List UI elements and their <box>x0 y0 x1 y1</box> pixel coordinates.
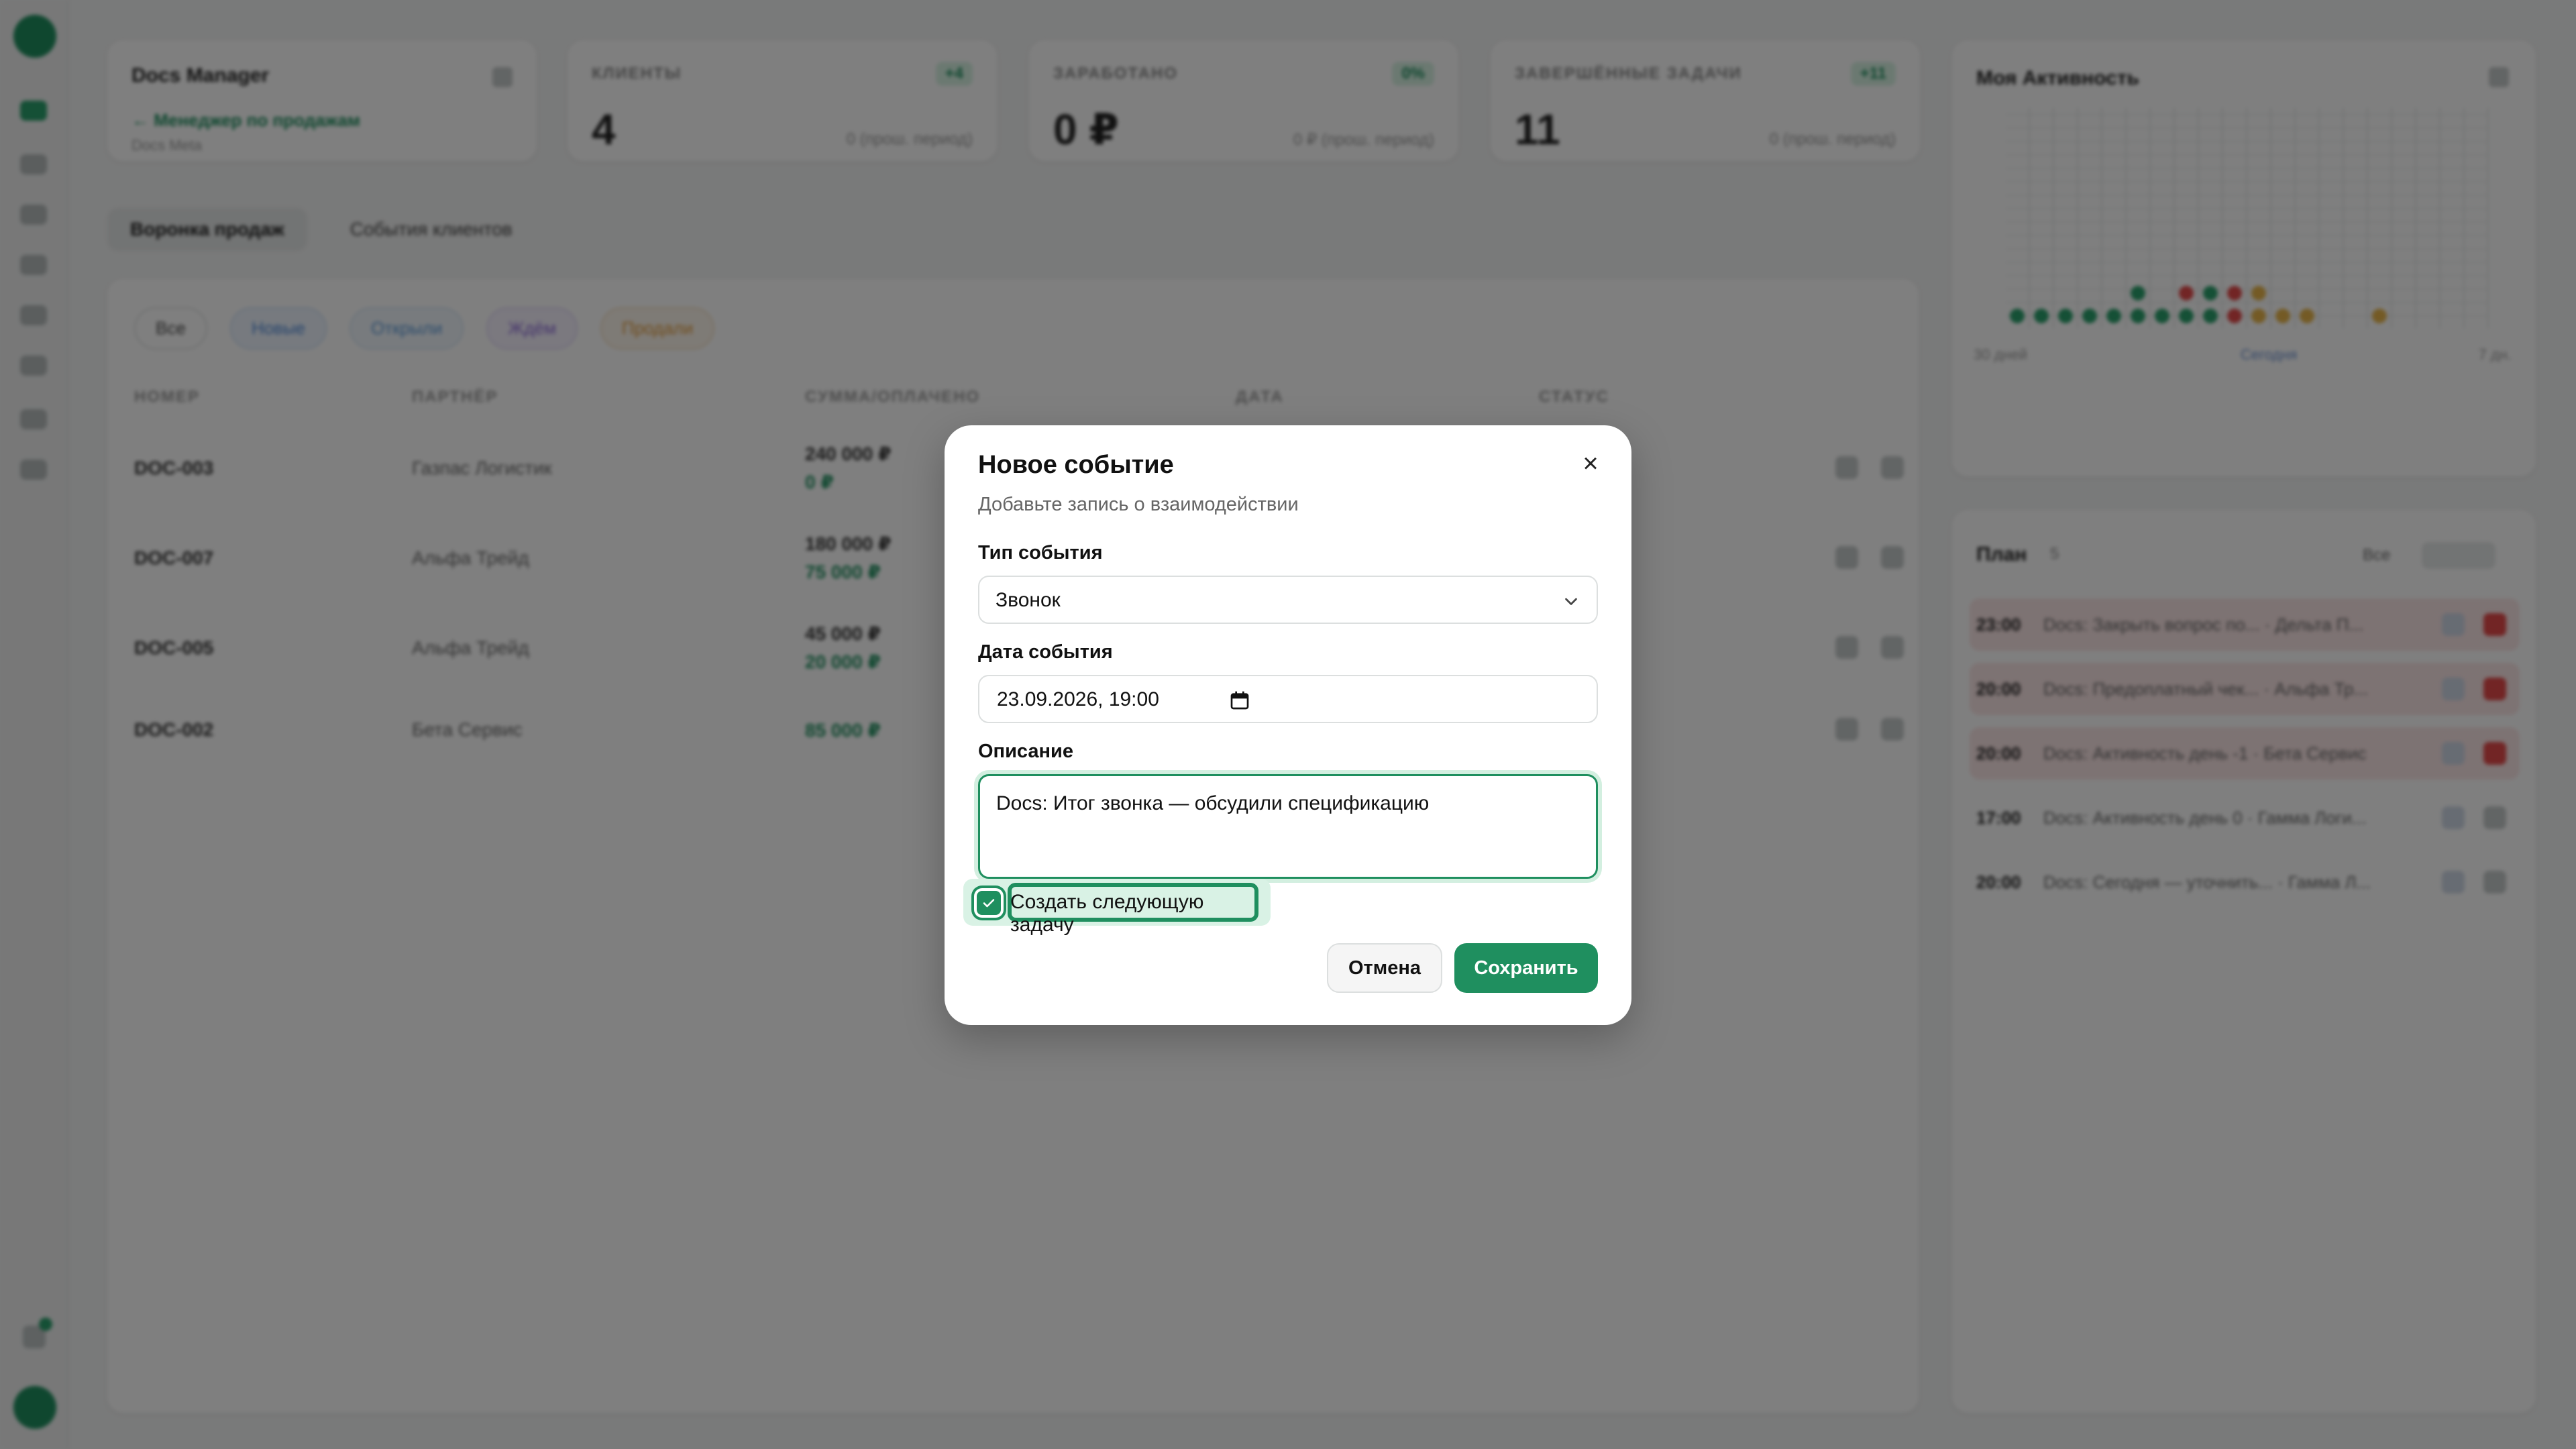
event-date-input[interactable]: 23.09.2026, 19:00 <box>978 675 1598 723</box>
chevron-down-icon <box>1565 598 1577 605</box>
create-next-task-checkbox[interactable] <box>977 891 1001 915</box>
create-next-task-row[interactable]: Создать следующую задачу <box>963 879 1271 936</box>
description-textarea[interactable]: Docs: Итог звонка — обсудили спецификаци… <box>978 774 1598 879</box>
calendar-icon[interactable] <box>1229 690 1250 711</box>
event-date-value: 23.09.2026, 19:00 <box>997 688 1159 710</box>
event-type-label: Тип события <box>978 542 1103 564</box>
event-date-label: Дата события <box>978 641 1113 663</box>
check-icon <box>983 899 995 908</box>
event-type-value: Звонок <box>996 589 1061 611</box>
description-value: Docs: Итог звонка — обсудили спецификаци… <box>996 792 1430 814</box>
new-event-dialog: × Новое событие Добавьте запись о взаимо… <box>945 425 1631 1025</box>
dialog-subtitle: Добавьте запись о взаимодействии <box>978 494 1299 515</box>
save-button[interactable]: Сохранить <box>1454 943 1598 993</box>
event-type-select[interactable]: Звонок <box>978 576 1598 624</box>
close-icon[interactable]: × <box>1574 447 1607 480</box>
cancel-button[interactable]: Отмена <box>1327 943 1442 993</box>
create-next-task-label[interactable]: Создать следующую задачу <box>1010 891 1271 936</box>
dialog-title: Новое событие <box>978 451 1174 479</box>
description-label: Описание <box>978 741 1073 762</box>
